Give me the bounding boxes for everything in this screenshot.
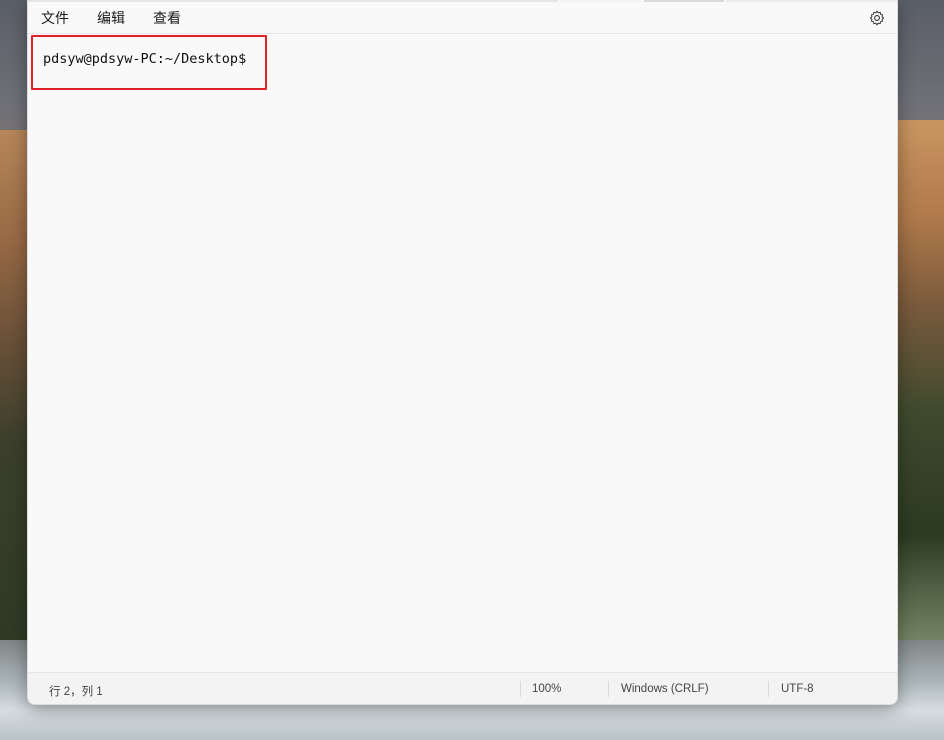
zoom-level[interactable]: 100%: [532, 683, 561, 695]
encoding[interactable]: UTF-8: [781, 683, 814, 695]
status-divider: [768, 681, 769, 697]
gear-icon[interactable]: [869, 10, 885, 26]
menu-bar: 文件 编辑 查看: [28, 2, 897, 34]
cursor-position: 行 2，列 1: [49, 686, 103, 698]
status-bar: 行 2，列 1 100% Windows (CRLF) UTF-8: [28, 672, 897, 704]
menu-view[interactable]: 查看: [153, 8, 181, 28]
menu-file[interactable]: 文件: [41, 8, 69, 28]
menu-edit[interactable]: 编辑: [97, 8, 125, 28]
editor-line-1[interactable]: pdsyw@pdsyw-PC:~/Desktop$: [43, 51, 246, 67]
status-divider: [520, 681, 521, 697]
text-editor-area[interactable]: pdsyw@pdsyw-PC:~/Desktop$: [28, 35, 897, 673]
status-divider: [608, 681, 609, 697]
line-ending[interactable]: Windows (CRLF): [621, 683, 709, 695]
notepad-window: 文件 编辑 查看 pdsyw@pdsyw-PC:~/Desktop$ 行 2，列…: [27, 0, 898, 705]
wallpaper-cliff-right: [896, 120, 944, 650]
